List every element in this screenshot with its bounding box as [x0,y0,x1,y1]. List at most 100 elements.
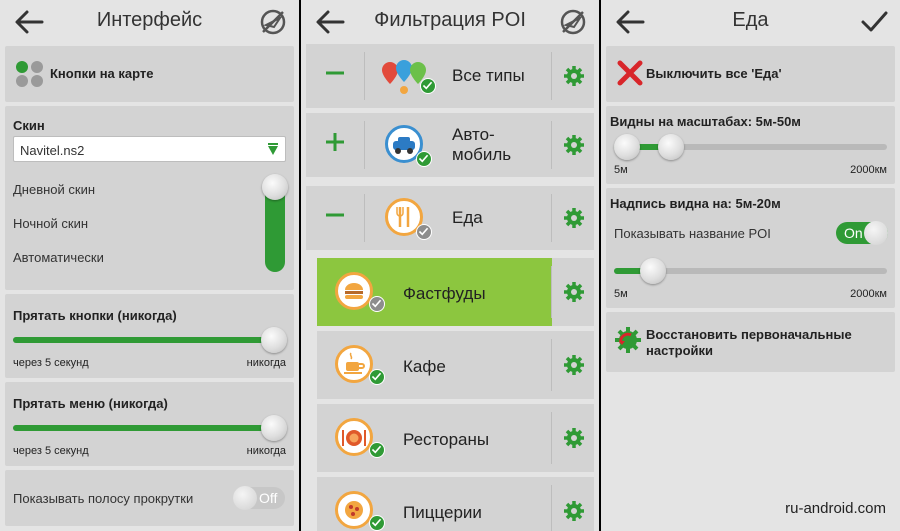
gear-icon[interactable] [563,281,585,303]
poi-name-label: Показывать название POI [614,226,771,241]
checkmark-icon[interactable] [858,6,890,38]
poi-name-toggle-knob [864,221,888,245]
label-visible-min: 5м [614,288,628,300]
hide-menu-max: никогда [246,445,286,457]
label-visible-card: Надпись видна на: 5м-20м Показывать назв… [606,188,895,308]
no-gps-icon[interactable] [557,6,589,38]
gear-icon[interactable] [563,354,585,376]
collapse-icon[interactable] [324,62,346,84]
visible-scales-knob-min[interactable] [614,134,640,160]
page-title: Фильтрация POI [374,9,526,31]
poi-name-toggle-text: On [844,225,863,241]
hide-buttons-max: никогда [246,357,286,369]
page-title: Интерфейс [96,9,203,31]
poi-name-toggle[interactable]: On [836,221,888,245]
gear-icon[interactable] [563,207,585,229]
gear-icon[interactable] [563,65,585,87]
titlebar: Интерфейс [0,0,299,44]
visible-scales-knob-max[interactable] [658,134,684,160]
burger-icon [335,272,373,310]
no-gps-icon[interactable] [257,6,289,38]
hide-buttons-slider-fill [13,337,282,343]
poi-label: Фастфуды [403,284,486,303]
poi-label: Пиццерии [403,503,482,522]
page-title: Еда [732,9,769,31]
poi-row-food[interactable]: Еда [306,186,594,250]
poi-row-restaurants[interactable]: Рестораны [317,404,594,472]
scrollbar-toggle[interactable]: Off [233,486,285,510]
scrollbar-card: Показывать полосу прокрутки Off [5,470,294,526]
poi-label: Рестораны [403,430,490,449]
check-badge-icon [416,224,432,240]
hide-buttons-knob[interactable] [261,327,287,353]
hide-menu-label: Прятать меню (никогда) [13,396,168,411]
hide-menu-knob[interactable] [261,415,287,441]
visible-scales-card: Видны на масштабах: 5м-50м 5м 2000км [606,106,895,184]
map-buttons-label: Кнопки на карте [50,66,154,81]
disable-all-label: Выключить все 'Еда' [646,66,782,81]
map-buttons-icon [16,61,43,87]
divider [551,194,552,242]
hide-buttons-min: через 5 секунд [13,357,89,369]
skin-option-auto[interactable]: Автоматически [13,250,104,265]
skin-dropdown[interactable]: Navitel.ns2 [13,136,286,162]
red-x-icon [617,60,643,86]
skin-label: Скин [13,118,45,133]
check-badge-icon [369,515,385,531]
gear-icon[interactable] [563,500,585,522]
titlebar: Еда [601,0,900,44]
poi-filter-panel: Фильтрация POI Все типы Авто- мобиль Еда… [301,0,599,531]
divider [551,121,552,169]
label-visible-label: Надпись видна на: 5м-20м [610,196,781,211]
hide-menu-card: Прятать меню (никогда) через 5 секунд ни… [5,382,294,466]
hide-buttons-card: Прятать кнопки (никогда) через 5 секунд … [5,294,294,378]
scrollbar-label: Показывать полосу прокрутки [13,491,194,506]
check-badge-icon [369,296,385,312]
restore-defaults-button[interactable]: Восстановить первоначальные настройки [606,312,895,372]
divider [364,52,365,100]
coffee-cup-icon [335,345,373,383]
divider [551,339,552,391]
divider [364,194,365,242]
divider [551,266,552,318]
check-badge-icon [420,78,436,94]
poi-row-auto[interactable]: Авто- мобиль [306,113,594,177]
poi-row-cafe[interactable]: Кафе [317,331,594,399]
gear-icon[interactable] [563,134,585,156]
plate-icon [335,418,373,456]
visible-scales-min: 5м [614,164,628,176]
poi-label: Авто- мобиль [452,125,512,164]
divider [364,121,365,169]
hide-menu-slider[interactable] [13,425,282,431]
watermark: ru-android.com [785,500,886,517]
hide-menu-min: через 5 секунд [13,445,89,457]
visible-scales-max: 2000км [850,164,887,176]
map-buttons-card[interactable]: Кнопки на карте [5,46,294,102]
interface-panel: Интерфейс Кнопки на карте Скин Navitel.n… [0,0,299,531]
food-settings-panel: Еда Выключить все 'Еда' Видны на масштаб… [601,0,900,531]
check-badge-icon [416,151,432,167]
visible-scales-slider[interactable] [614,144,887,150]
check-badge-icon [369,442,385,458]
poi-row-all-types[interactable]: Все типы [306,44,594,108]
gear-icon[interactable] [563,427,585,449]
label-visible-knob[interactable] [640,258,666,284]
skin-option-night[interactable]: Ночной скин [13,216,88,231]
poi-label: Кафе [403,357,446,376]
pizza-icon [335,491,373,529]
disable-all-button[interactable]: Выключить все 'Еда' [606,46,895,102]
poi-row-pizzerias[interactable]: Пиццерии [317,477,594,531]
scrollbar-toggle-knob [233,486,257,510]
hide-buttons-slider[interactable] [13,337,282,343]
divider [551,52,552,100]
skin-dropdown-value: Navitel.ns2 [20,143,85,158]
poi-row-fastfood[interactable]: Фастфуды [317,258,594,326]
poi-label: Еда [452,208,483,227]
expand-icon[interactable] [324,131,346,153]
skin-option-day[interactable]: Дневной скин [13,182,95,197]
check-badge-icon [369,369,385,385]
hide-buttons-label: Прятать кнопки (никогда) [13,308,177,323]
collapse-icon[interactable] [324,204,346,226]
skin-selector-knob[interactable] [262,174,288,200]
skin-card: Скин Navitel.ns2 Дневной скин Ночной ски… [5,106,294,290]
